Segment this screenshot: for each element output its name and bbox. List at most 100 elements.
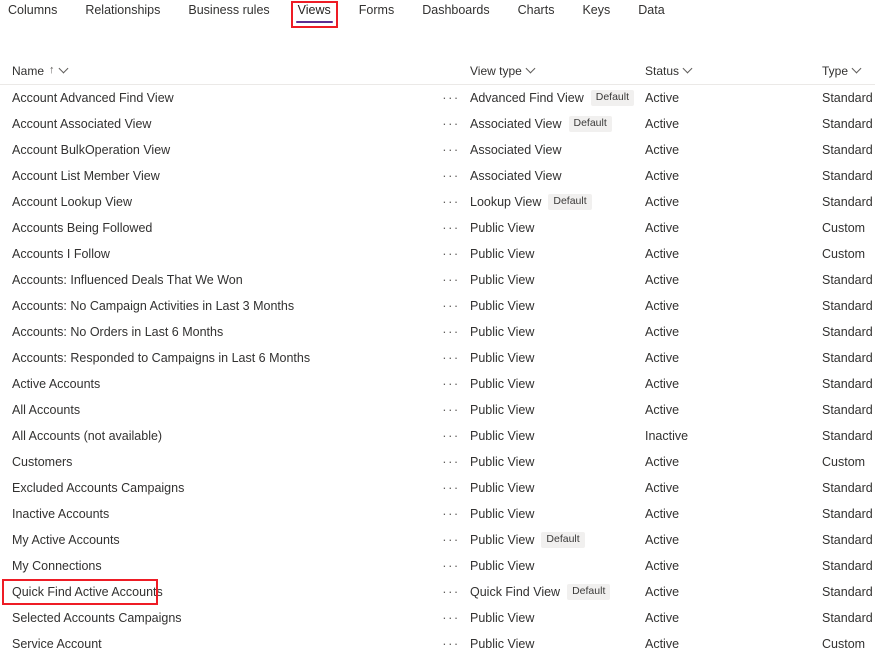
tab-dashboards[interactable]: Dashboards — [422, 0, 489, 25]
cell-name[interactable]: All Accounts (not available) — [8, 429, 432, 443]
more-options-icon[interactable]: ··· — [442, 536, 460, 544]
cell-name[interactable]: Active Accounts — [8, 377, 432, 391]
cell-name[interactable]: Accounts: No Orders in Last 6 Months — [8, 325, 432, 339]
column-header-view-type[interactable]: View type — [470, 64, 645, 78]
table-row[interactable]: My Active Accounts ··· Public View Default A… — [0, 527, 875, 553]
cell-overflow[interactable]: ··· — [432, 510, 470, 518]
cell-name[interactable]: Accounts: No Campaign Activities in Last… — [8, 299, 432, 313]
table-row[interactable]: Inactive Accounts ··· Public View Active Sta… — [0, 501, 875, 527]
view-name-link[interactable]: Service Account — [12, 637, 102, 651]
table-row[interactable]: Accounts: Influenced Deals That We Won ··… — [0, 267, 875, 293]
more-options-icon[interactable]: ··· — [442, 588, 460, 596]
more-options-icon[interactable]: ··· — [442, 484, 460, 492]
cell-overflow[interactable]: ··· — [432, 406, 470, 414]
table-row[interactable]: Account List Member View ··· Associated Vi… — [0, 163, 875, 189]
more-options-icon[interactable]: ··· — [442, 380, 460, 388]
table-row[interactable]: Active Accounts ··· Public View Active Stand… — [0, 371, 875, 397]
cell-name[interactable]: Customers — [8, 455, 432, 469]
view-name-link[interactable]: Account BulkOperation View — [12, 143, 170, 157]
more-options-icon[interactable]: ··· — [442, 276, 460, 284]
cell-name[interactable]: Account BulkOperation View — [8, 143, 432, 157]
more-options-icon[interactable]: ··· — [442, 510, 460, 518]
cell-name[interactable]: Accounts: Influenced Deals That We Won — [8, 273, 432, 287]
cell-name[interactable]: Accounts: Responded to Campaigns in Last… — [8, 351, 432, 365]
cell-name[interactable]: Account Advanced Find View — [8, 91, 432, 105]
table-row[interactable]: Account BulkOperation View ··· Associated … — [0, 137, 875, 163]
table-row[interactable]: Account Associated View ··· Associated Vie… — [0, 111, 875, 137]
tab-keys[interactable]: Keys — [582, 0, 610, 25]
chevron-down-icon[interactable] — [527, 65, 535, 73]
table-row[interactable]: Accounts: No Orders in Last 6 Months ··· P… — [0, 319, 875, 345]
table-row[interactable]: Selected Accounts Campaigns ··· Public Vie… — [0, 605, 875, 631]
view-name-link[interactable]: Selected Accounts Campaigns — [12, 611, 182, 625]
view-name-link[interactable]: Account List Member View — [12, 169, 160, 183]
view-name-link[interactable]: Active Accounts — [12, 377, 100, 391]
column-header-type[interactable]: Type — [822, 64, 872, 78]
cell-overflow[interactable]: ··· — [432, 120, 470, 128]
table-row[interactable]: My Connections ··· Public View Active Standa… — [0, 553, 875, 579]
tab-business-rules[interactable]: Business rules — [188, 0, 269, 25]
cell-overflow[interactable]: ··· — [432, 354, 470, 362]
more-options-icon[interactable]: ··· — [442, 354, 460, 362]
cell-overflow[interactable]: ··· — [432, 172, 470, 180]
cell-overflow[interactable]: ··· — [432, 328, 470, 336]
cell-name[interactable]: Accounts Being Followed — [8, 221, 432, 235]
table-row[interactable]: All Accounts ··· Public View Active Standard — [0, 397, 875, 423]
table-row[interactable]: Accounts I Follow ··· Public View Active Cus… — [0, 241, 875, 267]
cell-overflow[interactable]: ··· — [432, 146, 470, 154]
tab-relationships[interactable]: Relationships — [85, 0, 160, 25]
view-name-link[interactable]: Accounts: Responded to Campaigns in Last… — [12, 351, 310, 365]
more-options-icon[interactable]: ··· — [442, 172, 460, 180]
view-name-link[interactable]: My Connections — [12, 559, 102, 573]
table-row[interactable]: Excluded Accounts Campaigns ··· Public Vie… — [0, 475, 875, 501]
cell-name[interactable]: Account Associated View — [8, 117, 432, 131]
cell-overflow[interactable]: ··· — [432, 198, 470, 206]
view-name-link[interactable]: Account Lookup View — [12, 195, 132, 209]
cell-name[interactable]: Account List Member View — [8, 169, 432, 183]
more-options-icon[interactable]: ··· — [442, 94, 460, 102]
table-row[interactable]: All Accounts (not available) ··· Public Vi… — [0, 423, 875, 449]
view-name-link[interactable]: Account Associated View — [12, 117, 151, 131]
more-options-icon[interactable]: ··· — [442, 146, 460, 154]
tab-views[interactable]: Views — [295, 0, 333, 25]
cell-overflow[interactable]: ··· — [432, 380, 470, 388]
chevron-down-icon[interactable] — [684, 65, 692, 73]
view-name-link[interactable]: Customers — [12, 455, 72, 469]
more-options-icon[interactable]: ··· — [442, 614, 460, 622]
cell-overflow[interactable]: ··· — [432, 224, 470, 232]
more-options-icon[interactable]: ··· — [442, 562, 460, 570]
table-row[interactable]: Service Account ··· Public View Active Custo… — [0, 631, 875, 657]
cell-overflow[interactable]: ··· — [432, 94, 470, 102]
cell-overflow[interactable]: ··· — [432, 302, 470, 310]
tab-data[interactable]: Data — [638, 0, 664, 25]
table-row[interactable]: Accounts Being Followed ··· Public View Act… — [0, 215, 875, 241]
table-row[interactable]: Customers ··· Public View Active Custom — [0, 449, 875, 475]
cell-overflow[interactable]: ··· — [432, 484, 470, 492]
cell-overflow[interactable]: ··· — [432, 588, 470, 596]
view-name-link[interactable]: Quick Find Active Accounts — [12, 585, 163, 599]
cell-overflow[interactable]: ··· — [432, 276, 470, 284]
cell-overflow[interactable]: ··· — [432, 458, 470, 466]
cell-name[interactable]: Accounts I Follow — [8, 247, 432, 261]
cell-overflow[interactable]: ··· — [432, 536, 470, 544]
cell-overflow[interactable]: ··· — [432, 640, 470, 648]
view-name-link[interactable]: Inactive Accounts — [12, 507, 109, 521]
more-options-icon[interactable]: ··· — [442, 432, 460, 440]
cell-name[interactable]: Quick Find Active Accounts — [8, 585, 432, 599]
cell-name[interactable]: My Active Accounts — [8, 533, 432, 547]
more-options-icon[interactable]: ··· — [442, 120, 460, 128]
more-options-icon[interactable]: ··· — [442, 458, 460, 466]
cell-name[interactable]: Service Account — [8, 637, 432, 651]
view-name-link[interactable]: Accounts: No Orders in Last 6 Months — [12, 325, 223, 339]
view-name-link[interactable]: Accounts I Follow — [12, 247, 110, 261]
cell-name[interactable]: Inactive Accounts — [8, 507, 432, 521]
tab-charts[interactable]: Charts — [518, 0, 555, 25]
more-options-icon[interactable]: ··· — [442, 328, 460, 336]
view-name-link[interactable]: All Accounts — [12, 403, 80, 417]
table-row[interactable]: Account Lookup View ··· Lookup View Default… — [0, 189, 875, 215]
more-options-icon[interactable]: ··· — [442, 224, 460, 232]
view-name-link[interactable]: Accounts: No Campaign Activities in Last… — [12, 299, 294, 313]
chevron-down-icon[interactable] — [853, 65, 861, 73]
more-options-icon[interactable]: ··· — [442, 198, 460, 206]
column-header-name[interactable]: Name ↑ — [8, 64, 432, 78]
